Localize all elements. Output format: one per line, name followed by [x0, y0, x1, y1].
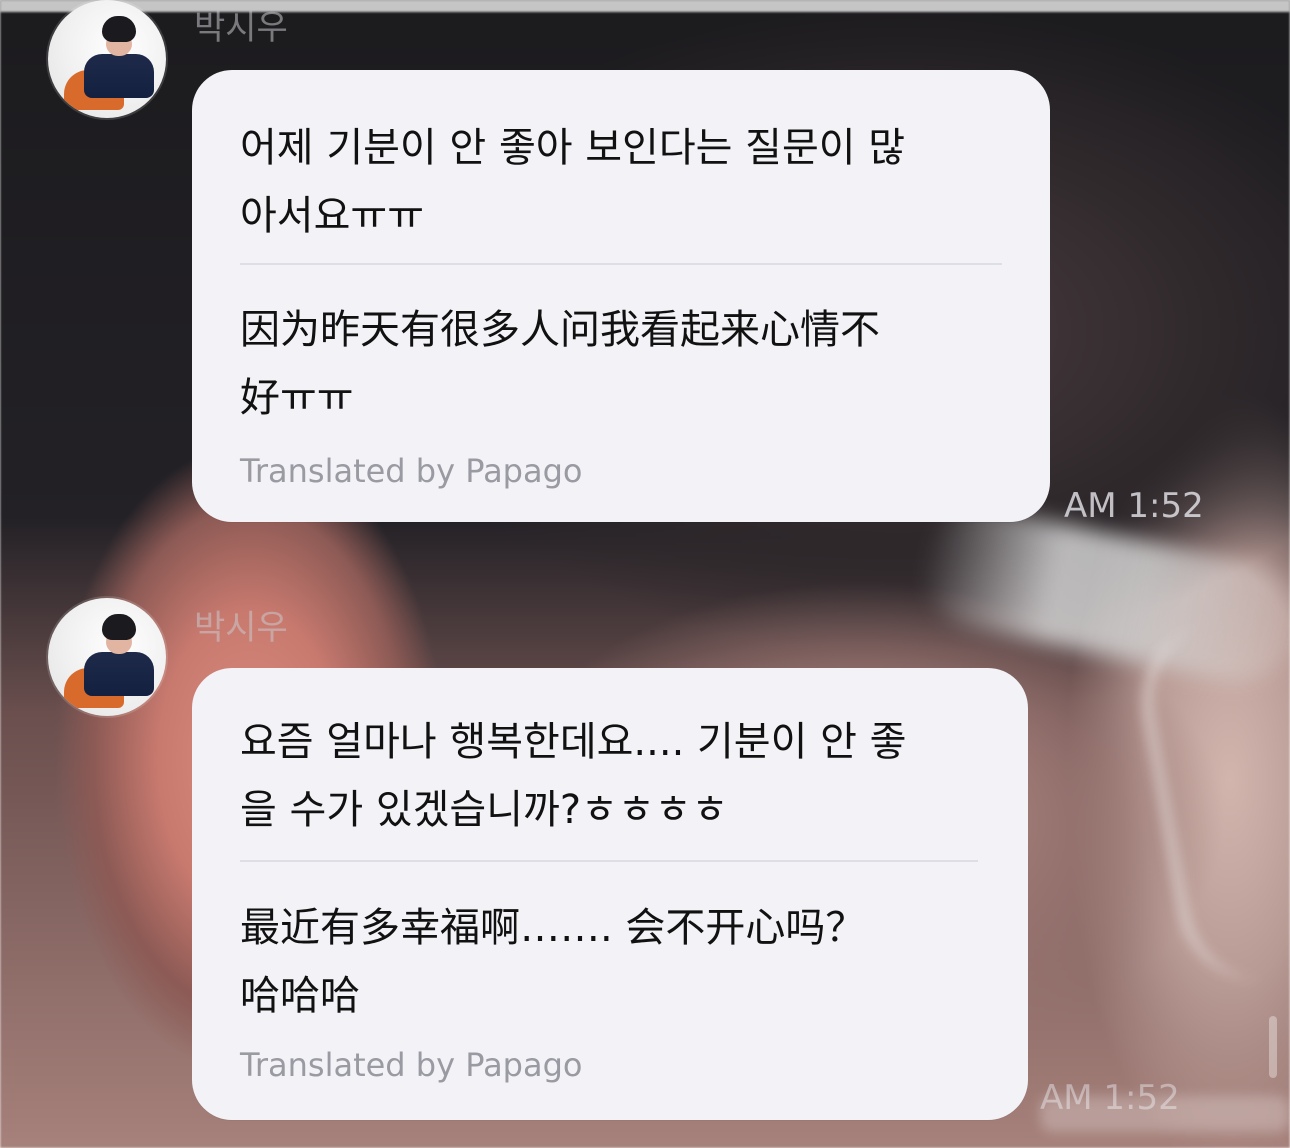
message-original: 요즘 얼마나 행복한데요.... 기분이 안 좋 을 수가 있겠습니까?ㅎㅎㅎㅎ	[240, 719, 907, 833]
avatar-hair	[102, 614, 136, 640]
message-bubble[interactable]: 요즘 얼마나 행복한데요.... 기분이 안 좋 을 수가 있겠습니까?ㅎㅎㅎㅎ…	[192, 668, 1028, 1120]
translated-by-label: Translated by Papago	[240, 452, 583, 490]
translated-by-label: Translated by Papago	[240, 1046, 583, 1084]
avatar-shirt	[84, 54, 154, 98]
sender-name: 박시우	[194, 608, 288, 648]
watermark-blur	[1040, 1096, 1290, 1132]
message-translation: 因为昨天有很多人问我看起来心情不 好ㅠㅠ	[240, 307, 880, 421]
avatar-hair	[102, 16, 136, 42]
profile-avatar[interactable]	[48, 0, 166, 118]
message-translation: 最近有多幸福啊……. 会不开心吗？ 哈哈哈	[240, 905, 866, 1019]
translation-divider	[240, 263, 1002, 265]
scrollbar[interactable]	[1269, 1016, 1277, 1078]
message-timestamp: AM 1:52	[1064, 486, 1204, 526]
sender-name: 박시우	[194, 8, 288, 48]
message-original: 어제 기분이 안 좋아 보인다는 질문이 많 아서요ㅠㅠ	[240, 125, 906, 239]
profile-avatar[interactable]	[48, 598, 166, 716]
avatar-shirt	[84, 652, 154, 696]
message-bubble[interactable]: 어제 기분이 안 좋아 보인다는 질문이 많 아서요ㅠㅠ 因为昨天有很多人问我看…	[192, 70, 1050, 522]
translation-divider	[240, 860, 978, 862]
